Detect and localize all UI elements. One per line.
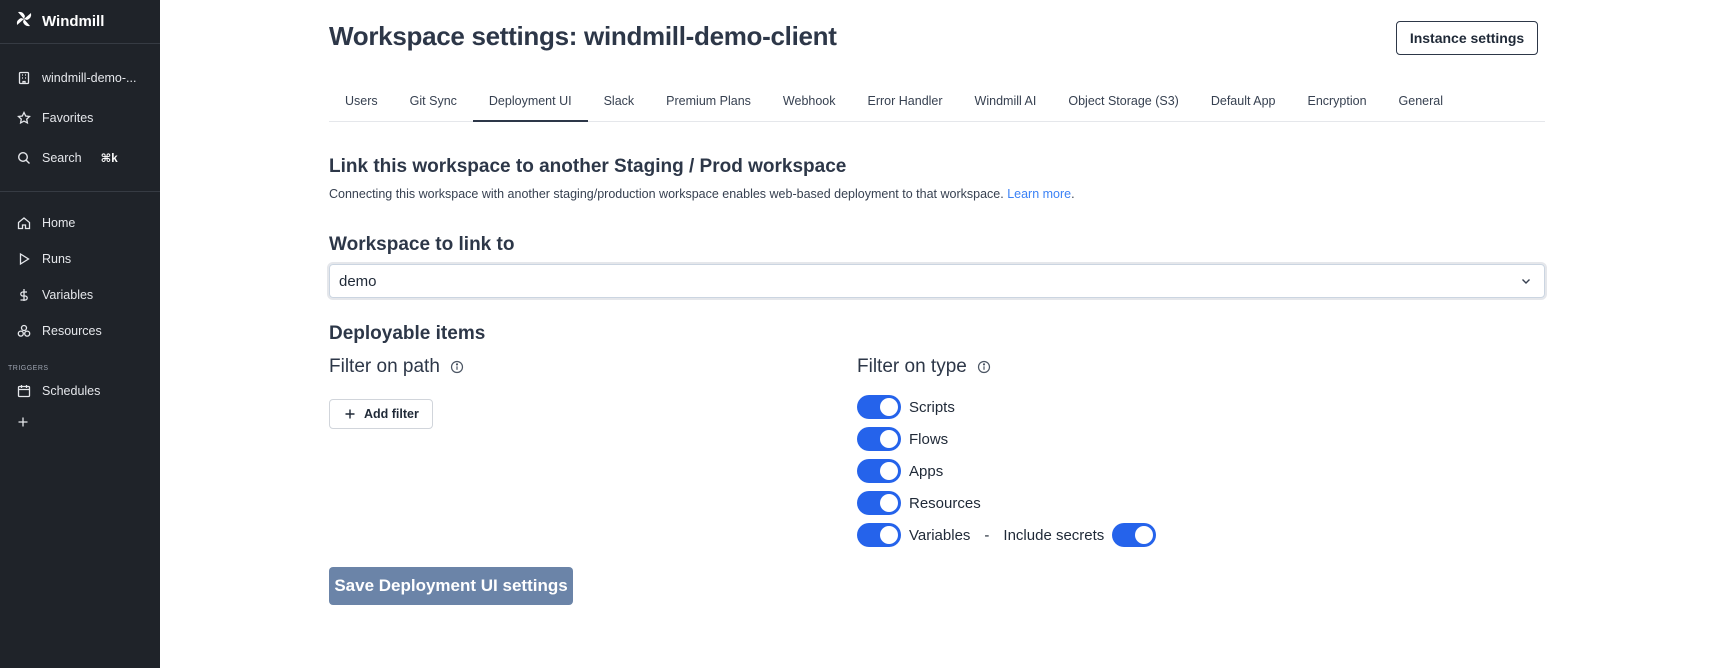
- workspace-select[interactable]: demo: [329, 264, 1545, 298]
- sidebar-item-home[interactable]: Home: [0, 208, 160, 238]
- description-text: Connecting this workspace with another s…: [329, 187, 1004, 201]
- sidebar-item-search[interactable]: Search ⌘k: [0, 143, 160, 173]
- building-icon: [18, 71, 30, 85]
- toggle-label: Resources: [909, 494, 981, 512]
- home-icon: [17, 217, 31, 230]
- tab-encryption[interactable]: Encryption: [1291, 88, 1382, 121]
- toggle-row-apps: Apps: [857, 459, 943, 483]
- sidebar-item-label: Schedules: [42, 384, 101, 398]
- brand-name: Windmill: [42, 13, 105, 30]
- description-period: .: [1071, 187, 1075, 201]
- flows-toggle[interactable]: [857, 427, 901, 451]
- scripts-toggle[interactable]: [857, 395, 901, 419]
- sidebar-item-variables[interactable]: Variables: [0, 280, 160, 310]
- filter-type-title: Filter on type: [857, 356, 967, 377]
- add-trigger-button[interactable]: [0, 407, 160, 437]
- include-secrets-label: Include secrets: [1003, 526, 1105, 544]
- triggers-section-label: TRIGGERS: [8, 365, 49, 372]
- add-filter-label: Add filter: [364, 407, 419, 421]
- sidebar-divider: [0, 191, 160, 192]
- instance-settings-button[interactable]: Instance settings: [1396, 21, 1538, 55]
- tab-error-handler[interactable]: Error Handler: [852, 88, 959, 121]
- settings-tabs: Users Git Sync Deployment UI Slack Premium P…: [329, 88, 1545, 122]
- workspace-name: windmill-demo-...: [42, 71, 137, 85]
- star-icon: [17, 111, 31, 125]
- sidebar-item-label: Runs: [42, 252, 72, 266]
- sidebar-item-resources[interactable]: Resources: [0, 316, 160, 346]
- link-section-heading: Link this workspace to another Staging /…: [329, 156, 847, 177]
- sidebar-item-runs[interactable]: Runs: [0, 244, 160, 274]
- info-icon[interactable]: [977, 360, 991, 374]
- filter-path-title: Filter on path: [329, 356, 440, 377]
- workspace-select-value: demo: [339, 272, 377, 290]
- resources-toggle[interactable]: [857, 491, 901, 515]
- windmill-logo-icon: [14, 9, 34, 34]
- tab-general[interactable]: General: [1383, 88, 1459, 121]
- sidebar-item-label: Favorites: [42, 111, 94, 125]
- sidebar-item-label: Search: [42, 151, 82, 165]
- filter-path-heading: Filter on path: [329, 356, 464, 378]
- tab-object-storage-s3[interactable]: Object Storage (S3): [1052, 88, 1194, 121]
- include-secrets-toggle[interactable]: [1112, 523, 1157, 547]
- add-filter-button[interactable]: Add filter: [329, 399, 433, 429]
- plus-icon: [18, 417, 28, 427]
- plus-icon: [345, 409, 355, 419]
- tab-webhook[interactable]: Webhook: [767, 88, 852, 121]
- workspace-link-heading: Workspace to link to: [329, 234, 515, 255]
- sidebar-item-label: Resources: [42, 324, 102, 338]
- link-section-description: Connecting this workspace with another s…: [329, 187, 1075, 201]
- sidebar-item-schedules[interactable]: Schedules: [0, 376, 160, 406]
- sidebar-item-favorites[interactable]: Favorites: [0, 103, 160, 133]
- tab-git-sync[interactable]: Git Sync: [394, 88, 473, 121]
- search-icon: [17, 151, 30, 164]
- workspace-switcher[interactable]: windmill-demo-...: [0, 63, 160, 93]
- toggle-row-flows: Flows: [857, 427, 948, 451]
- tab-users[interactable]: Users: [329, 88, 394, 121]
- separator-dash: -: [984, 526, 990, 544]
- resources-icon: [17, 324, 31, 337]
- tab-slack[interactable]: Slack: [588, 88, 651, 121]
- chevron-down-icon: [1522, 279, 1530, 284]
- learn-more-link[interactable]: Learn more: [1007, 187, 1071, 201]
- toggle-label: Scripts: [909, 398, 955, 416]
- search-shortcut: ⌘k: [100, 153, 118, 165]
- sidebar-item-label: Variables: [42, 288, 94, 302]
- tab-default-app[interactable]: Default App: [1195, 88, 1292, 121]
- toggle-row-variables: Variables - Include secrets: [857, 523, 1157, 547]
- tab-premium-plans[interactable]: Premium Plans: [650, 88, 767, 121]
- brand[interactable]: Windmill: [0, 0, 160, 44]
- toggle-label: Apps: [909, 462, 944, 480]
- tab-deployment-ui[interactable]: Deployment UI: [472, 88, 588, 122]
- toggle-row-resources: Resources: [857, 491, 981, 515]
- main-content: Workspace settings: windmill-demo-client…: [160, 0, 1714, 668]
- variables-toggle[interactable]: [857, 523, 901, 547]
- toggle-label: Variables: [909, 526, 971, 544]
- toggle-row-scripts: Scripts: [857, 395, 955, 419]
- save-deployment-settings-button[interactable]: Save Deployment UI settings: [329, 567, 573, 605]
- tab-windmill-ai[interactable]: Windmill AI: [959, 88, 1053, 121]
- dollar-icon: [20, 289, 28, 301]
- info-icon[interactable]: [450, 360, 464, 374]
- sidebar-item-label: Home: [42, 216, 76, 230]
- sidebar: Windmill windmill-demo-... Favorites Sea…: [0, 0, 160, 668]
- page-title: Workspace settings: windmill-demo-client: [329, 21, 837, 51]
- apps-toggle[interactable]: [857, 459, 901, 483]
- filter-type-heading: Filter on type: [857, 356, 991, 378]
- deployable-items-heading: Deployable items: [329, 323, 486, 344]
- play-icon: [19, 252, 30, 266]
- toggle-label: Flows: [909, 430, 949, 448]
- calendar-icon: [17, 385, 31, 398]
